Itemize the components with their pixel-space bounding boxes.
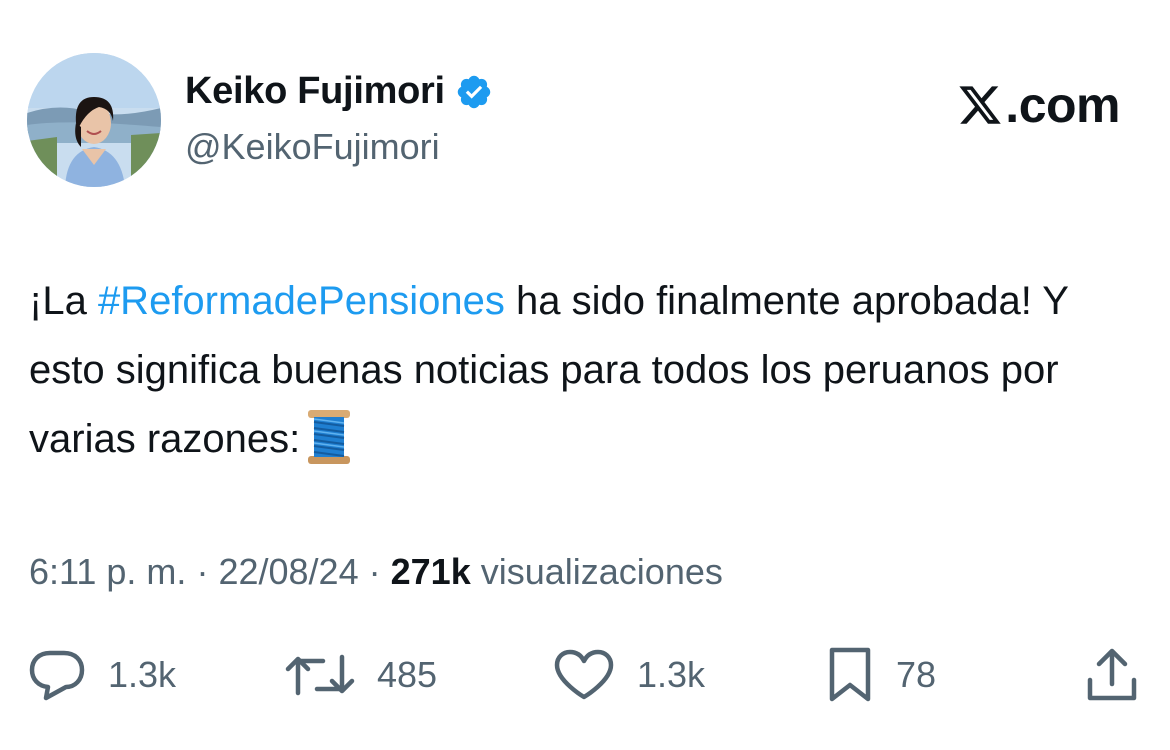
repost-icon [285, 649, 355, 701]
tweet-time[interactable]: 6:11 p. m. [29, 551, 186, 592]
share-icon [1084, 646, 1140, 704]
bookmark-button[interactable]: 78 [826, 640, 936, 710]
author-handle[interactable]: @KeikoFujimori [185, 126, 440, 168]
action-bar: 1.3k 485 1.3k 78 [0, 640, 1170, 710]
reply-button[interactable]: 1.3k [28, 640, 176, 710]
heart-icon [553, 649, 615, 701]
reply-icon [28, 649, 86, 701]
thread-spool-icon [306, 408, 352, 466]
views-label: visualizaciones [480, 551, 723, 592]
tweet-text-start: ¡La [29, 279, 98, 323]
hashtag-link[interactable]: #ReformadePensiones [98, 279, 505, 323]
bookmark-count: 78 [896, 654, 937, 695]
avatar[interactable] [27, 53, 161, 187]
verified-badge-icon [455, 73, 493, 111]
like-button[interactable]: 1.3k [553, 640, 705, 710]
meta-separator: · [196, 551, 209, 592]
tweet-date[interactable]: 22/08/24 [218, 551, 358, 592]
repost-count: 485 [377, 654, 438, 695]
tweet-card: Keiko Fujimori @KeikoFujimori .com ¡La #… [0, 0, 1170, 750]
author-name-row[interactable]: Keiko Fujimori [185, 70, 493, 113]
tweet-text: ¡La #ReformadePensiones ha sido finalmen… [29, 267, 1139, 474]
like-count: 1.3k [637, 654, 706, 695]
reply-count: 1.3k [108, 654, 177, 695]
x-logo-icon [957, 82, 1003, 128]
brand-domain: .com [1005, 77, 1120, 133]
meta-separator: · [368, 551, 381, 592]
bookmark-icon [826, 646, 874, 704]
tweet-meta: 6:11 p. m. · 22/08/24 · 271k visualizaci… [29, 551, 723, 593]
repost-button[interactable]: 485 [285, 640, 437, 710]
author-display-name[interactable]: Keiko Fujimori [185, 70, 445, 113]
share-button[interactable] [1084, 640, 1140, 710]
views-count: 271k [390, 551, 471, 592]
x-com-brand: .com [957, 76, 1120, 134]
